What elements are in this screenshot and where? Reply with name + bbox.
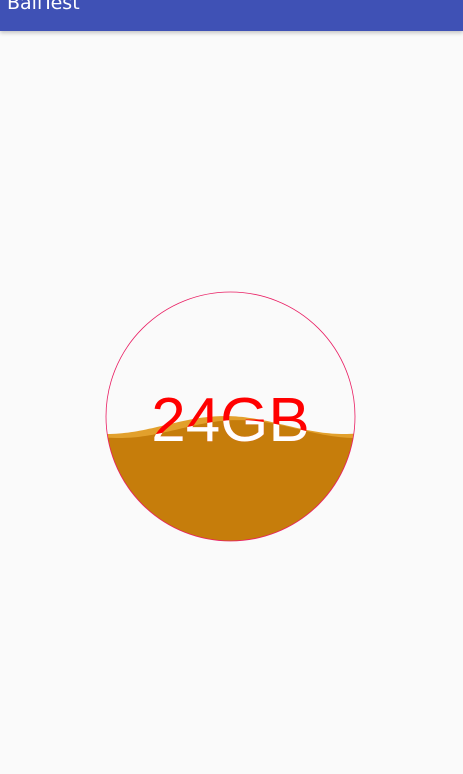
storage-ball: 24GB 24GB	[105, 291, 356, 542]
app-title: BallTest	[7, 0, 80, 14]
app-bar: BallTest	[0, 0, 463, 31]
ball-graphic: 24GB 24GB	[105, 291, 356, 542]
content-area: 24GB 24GB	[0, 31, 463, 774]
